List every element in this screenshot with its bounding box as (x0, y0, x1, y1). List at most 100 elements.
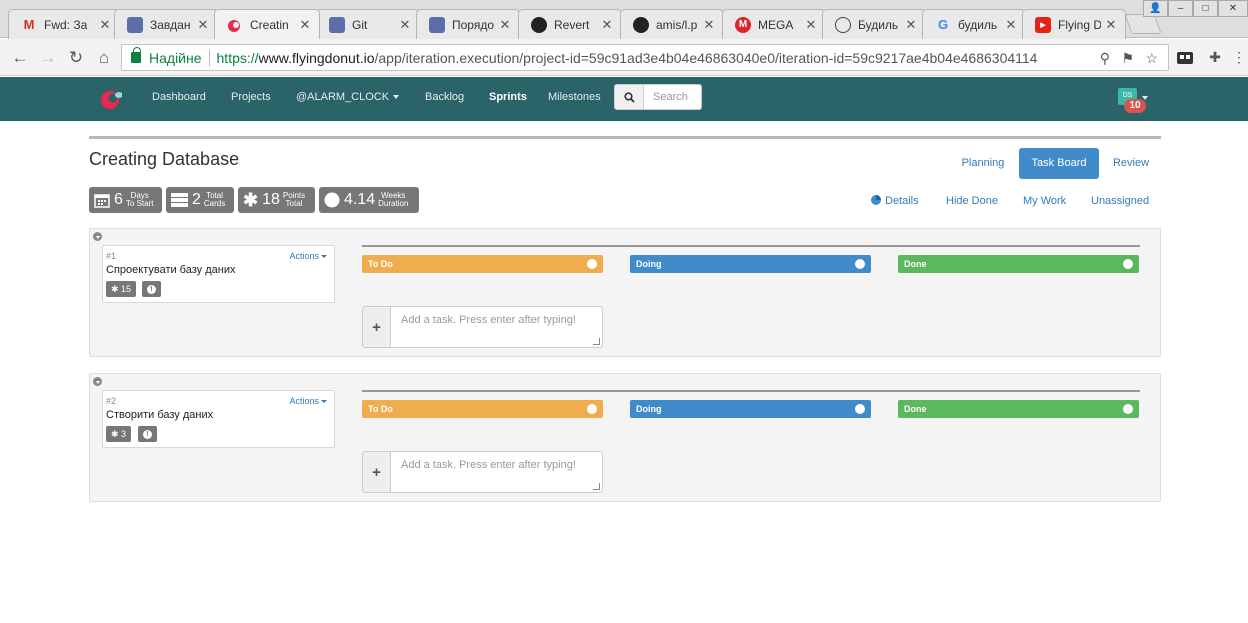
mega-icon: M (735, 16, 751, 33)
actions-dropdown[interactable]: Actions (289, 396, 327, 406)
unassigned-link[interactable]: Unassigned (1091, 195, 1149, 207)
chevron-down-icon[interactable] (1123, 259, 1133, 269)
tab-task-board[interactable]: Task Board (1019, 148, 1099, 179)
add-task-button[interactable]: + (362, 451, 391, 493)
close-tab-icon[interactable]: ✕ (1105, 17, 1117, 33)
search-button[interactable] (614, 84, 644, 110)
hide-done-link[interactable]: Hide Done (946, 195, 998, 207)
actions-dropdown[interactable]: Actions (289, 251, 327, 261)
extension-icon[interactable] (1176, 48, 1194, 66)
close-tab-icon[interactable]: ✕ (299, 17, 311, 33)
column-doing: Doing (630, 255, 871, 273)
close-tab-icon[interactable]: ✕ (805, 17, 817, 33)
chevron-down-icon (393, 95, 400, 100)
add-task-button[interactable]: + (362, 306, 391, 348)
bookmark-star-icon[interactable]: ☆ (1145, 50, 1158, 67)
search-input[interactable]: Search (644, 84, 702, 110)
flyingdonut-logo[interactable] (100, 88, 122, 110)
close-tab-icon[interactable]: ✕ (703, 17, 715, 33)
nav-backlog[interactable]: Backlog (425, 91, 464, 103)
browser-toolbar: ← → ↻ ⌂ Надійне https:// www.flyingdonut… (0, 39, 1248, 76)
add-task-input[interactable]: Add a task. Press enter after typing! (391, 306, 603, 348)
chevron-down-icon[interactable] (855, 404, 865, 414)
chevron-down-icon (321, 255, 327, 259)
chevron-down-icon[interactable] (587, 404, 597, 414)
collapse-toggle-icon[interactable] (93, 377, 102, 386)
stat-value: 2 (192, 191, 201, 208)
tab-planning[interactable]: Planning (955, 148, 1011, 179)
stat-label-bottom: Duration (378, 199, 409, 208)
forward-icon[interactable]: → (38, 48, 58, 68)
maximize-icon[interactable]: □ (1193, 0, 1218, 17)
zoom-icon[interactable]: ⚲ (1100, 50, 1110, 67)
close-window-icon[interactable]: ✕ (1218, 0, 1248, 17)
tab-title: Fwd: За (44, 17, 88, 32)
stat-label: Total Cards (204, 192, 225, 208)
chevron-down-icon[interactable] (587, 259, 597, 269)
story-card[interactable]: #2 Actions Створити базу даних ✱ 3 ! (102, 390, 335, 448)
tab-title: Flying D (1058, 17, 1101, 32)
browser-tab[interactable]: Порядо ✕ (416, 9, 520, 39)
minimize-icon[interactable]: – (1168, 0, 1193, 17)
close-tab-icon[interactable]: ✕ (197, 17, 209, 33)
stat-label: Points Total (283, 192, 305, 208)
new-tab-button[interactable] (1124, 14, 1162, 34)
chevron-down-icon[interactable] (1123, 404, 1133, 414)
close-tab-icon[interactable]: ✕ (601, 17, 613, 33)
column-done: Done (898, 255, 1139, 273)
browser-tab[interactable]: M MEGA ✕ (722, 9, 826, 39)
address-bar[interactable]: Надійне https:// www.flyingdonut.io /app… (121, 44, 1169, 71)
stat-value: 6 (114, 191, 123, 208)
collapse-toggle-icon[interactable] (93, 232, 102, 241)
nav-project-dropdown[interactable]: @ALARM_CLOCK (296, 91, 400, 103)
close-tab-icon[interactable]: ✕ (399, 17, 411, 33)
browser-tab[interactable]: M Fwd: За ✕ (8, 9, 120, 39)
chevron-down-icon (321, 400, 327, 404)
info-badge[interactable]: ! (142, 281, 161, 297)
close-tab-icon[interactable]: ✕ (99, 17, 111, 33)
back-icon[interactable]: ← (10, 48, 30, 68)
chevron-down-icon[interactable] (855, 259, 865, 269)
browser-tab[interactable]: amis/l.p ✕ (620, 9, 724, 39)
columns-divider (362, 245, 1140, 247)
story-card[interactable]: #1 Actions Спроектувати базу даних ✱ 15 … (102, 245, 335, 303)
nav-sprints[interactable]: Sprints (489, 91, 527, 103)
info-badge[interactable]: ! (138, 426, 157, 442)
nav-dashboard[interactable]: Dashboard (152, 91, 206, 103)
story-points: 15 (121, 284, 132, 294)
story-row: #2 Actions Створити базу даних ✱ 3 ! To … (89, 373, 1161, 502)
browser-tab-active[interactable]: Creatin ✕ (214, 9, 320, 39)
tab-title: Завдан (150, 17, 191, 32)
browser-tab[interactable]: Будиль ✕ (822, 9, 926, 39)
browser-tab[interactable]: Завдан ✕ (114, 9, 218, 39)
reload-icon[interactable]: ↻ (66, 48, 86, 68)
info-icon: ! (143, 429, 152, 439)
menu-dots-icon[interactable]: ⋮ (1230, 48, 1248, 66)
close-tab-icon[interactable]: ✕ (499, 17, 511, 33)
my-work-link[interactable]: My Work (1023, 195, 1066, 207)
browser-tab[interactable]: G будиль ✕ (922, 9, 1026, 39)
details-toggle[interactable]: Details (871, 195, 919, 207)
pin-icon[interactable]: ⚑ (1121, 50, 1134, 67)
nav-projects[interactable]: Projects (231, 91, 271, 103)
story-points: 3 (121, 429, 127, 439)
user-icon[interactable]: 👤 (1143, 0, 1168, 17)
browser-tab[interactable]: ▶ Flying D ✕ (1022, 9, 1126, 39)
puzzle-extension-icon[interactable]: ✚ (1206, 48, 1224, 66)
tab-title: amis/l.p (656, 17, 698, 32)
browser-tab[interactable]: Git ✕ (316, 9, 420, 39)
home-icon[interactable]: ⌂ (94, 48, 114, 68)
notification-badge[interactable]: 10 (1124, 99, 1146, 113)
tab-title: Git (352, 17, 368, 32)
actions-label: Actions (289, 251, 319, 261)
github-icon (633, 16, 649, 33)
close-tab-icon[interactable]: ✕ (905, 17, 917, 33)
tab-title: Порядо (452, 17, 495, 32)
asterisk-icon: ✱ (111, 429, 122, 439)
browser-tab[interactable]: Revert ✕ (518, 9, 622, 39)
nav-milestones[interactable]: Milestones (548, 91, 601, 103)
add-task-input[interactable]: Add a task. Press enter after typing! (391, 451, 603, 493)
close-tab-icon[interactable]: ✕ (1005, 17, 1017, 33)
tab-review[interactable]: Review (1105, 148, 1157, 179)
asterisk-icon: ✱ (243, 189, 259, 210)
